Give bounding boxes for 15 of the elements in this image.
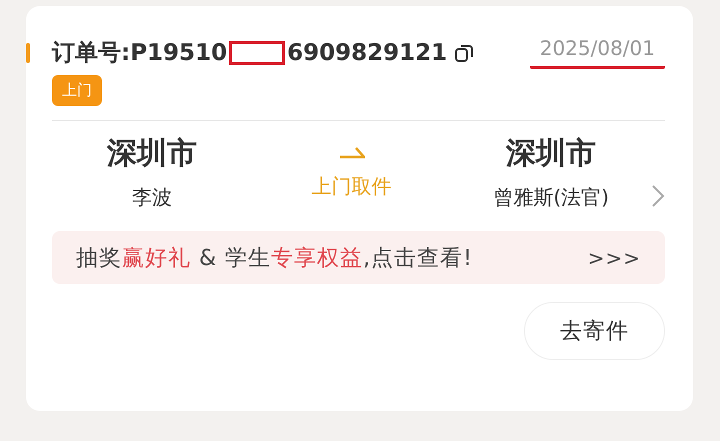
order-number: 6909829121 bbox=[287, 40, 448, 66]
order-number: 订单号:P19510 bbox=[52, 39, 228, 68]
redaction-box bbox=[229, 40, 286, 64]
service-tag: 上门 bbox=[52, 75, 102, 106]
accent-bar bbox=[26, 42, 30, 62]
sender-name: 李波 bbox=[132, 184, 172, 211]
sender-city: 深圳市 bbox=[106, 135, 197, 173]
order-date: 2025/08/01 bbox=[530, 36, 665, 69]
pickup-method: 上门取件 bbox=[312, 172, 392, 200]
recipient-name: 曾雅斯(法官) bbox=[493, 184, 609, 211]
recipient-city: 深圳市 bbox=[506, 135, 596, 173]
more-link[interactable]: >>> bbox=[588, 246, 641, 270]
promo-text: 抽奖赢好礼 & 学生专享权益,点击查看! bbox=[76, 244, 473, 272]
promo-banner[interactable]: 抽奖赢好礼 & 学生专享权益,点击查看! >>> bbox=[52, 231, 665, 284]
send-button[interactable]: 去寄件 bbox=[524, 302, 665, 360]
